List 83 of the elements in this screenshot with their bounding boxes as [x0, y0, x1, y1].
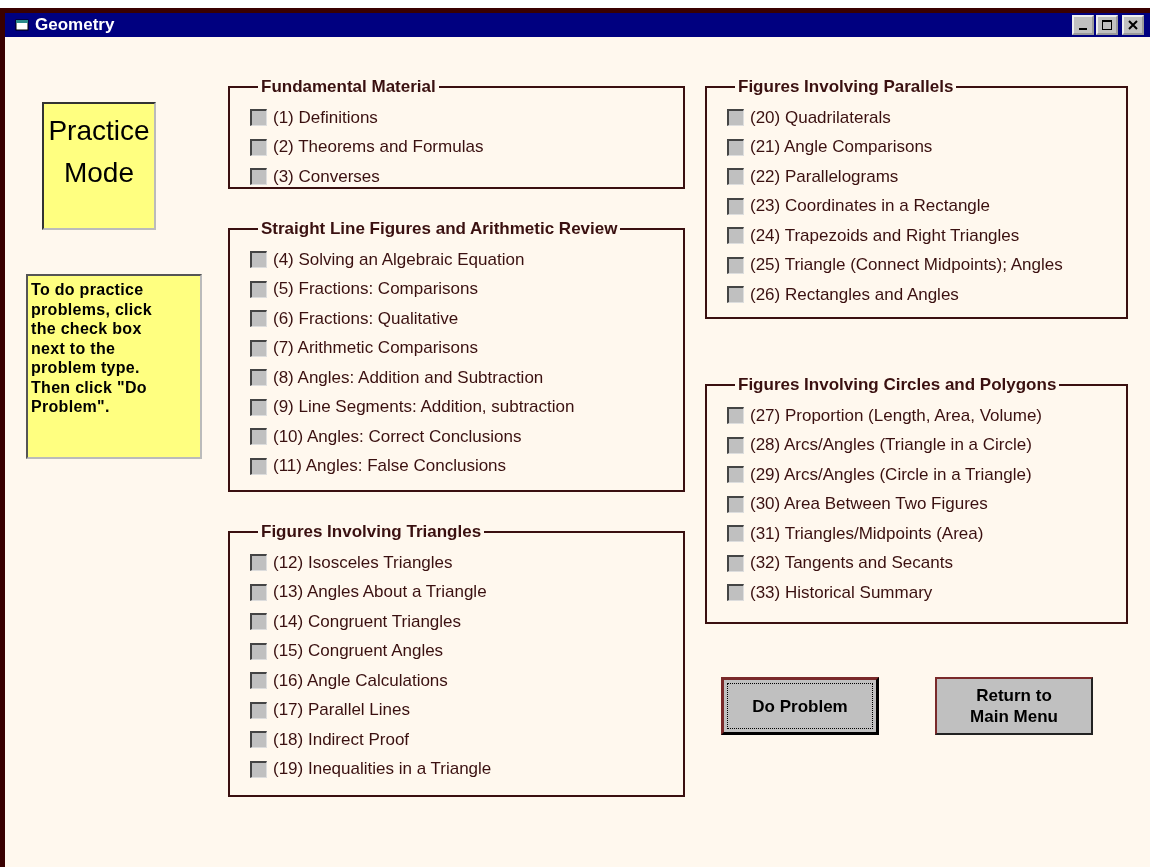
- checkbox[interactable]: [250, 583, 267, 601]
- checkbox[interactable]: [250, 109, 267, 127]
- checkbox-label[interactable]: (3) Converses: [273, 166, 380, 187]
- group-title: Straight Line Figures and Arithmetic Review: [260, 219, 619, 239]
- checkbox[interactable]: [727, 495, 744, 513]
- checkbox-label[interactable]: (15) Congruent Angles: [273, 641, 444, 662]
- checkbox[interactable]: [727, 525, 744, 543]
- group-title: Figures Involving Parallels: [737, 77, 955, 97]
- checkbox[interactable]: [250, 138, 267, 156]
- checkbox-label[interactable]: (9) Line Segments: Addition, subtraction: [273, 397, 575, 418]
- checkbox[interactable]: [250, 168, 267, 186]
- checkbox[interactable]: [250, 310, 267, 328]
- checkbox-label[interactable]: (29) Arcs/Angles (Circle in a Triangle): [750, 464, 1032, 485]
- checkbox-label[interactable]: (12) Isosceles Triangles: [273, 552, 453, 573]
- checkbox[interactable]: [250, 428, 267, 446]
- checkbox-label[interactable]: (16) Angle Calculations: [273, 670, 448, 691]
- checkbox-label[interactable]: (18) Indirect Proof: [273, 729, 410, 750]
- instructions-text: To do practice problems, click the check box next to the problem type. Then click "Do Problem".: [26, 274, 202, 459]
- checkbox-label[interactable]: (5) Fractions: Comparisons: [273, 279, 478, 300]
- checkbox[interactable]: [727, 197, 744, 215]
- checkbox-label[interactable]: (11) Angles: False Conclusions: [273, 456, 507, 477]
- checkbox-label[interactable]: (19) Inequalities in a Triangle: [273, 759, 492, 780]
- window-title: Geometry: [35, 15, 115, 35]
- checkbox-label[interactable]: (21) Angle Comparisons: [750, 137, 933, 158]
- checkbox[interactable]: [250, 280, 267, 298]
- checkbox[interactable]: [250, 672, 267, 690]
- group-title: Figures Involving Triangles: [260, 522, 483, 542]
- action-button[interactable]: Return to Main Menu: [935, 677, 1093, 735]
- maximize-button[interactable]: [1096, 15, 1118, 35]
- checkbox[interactable]: [727, 436, 744, 454]
- close-icon: [1128, 20, 1138, 30]
- checkbox[interactable]: [727, 407, 744, 425]
- action-button[interactable]: Do Problem: [721, 677, 879, 735]
- checkbox[interactable]: [727, 138, 744, 156]
- minimize-icon: [1079, 28, 1087, 30]
- checkbox[interactable]: [727, 168, 744, 186]
- group-title: Figures Involving Circles and Polygons: [737, 375, 1058, 395]
- checkbox-label[interactable]: (7) Arithmetic Comparisons: [273, 338, 478, 359]
- checkbox-label[interactable]: (10) Angles: Correct Conclusions: [273, 426, 522, 447]
- checkbox[interactable]: [727, 554, 744, 572]
- checkbox-label[interactable]: (28) Arcs/Angles (Triangle in a Circle): [750, 435, 1032, 456]
- checkbox-label[interactable]: (23) Coordinates in a Rectangle: [750, 196, 991, 217]
- checkbox[interactable]: [727, 256, 744, 274]
- maximize-icon: [1102, 20, 1112, 30]
- checkbox[interactable]: [250, 701, 267, 719]
- checkbox-label[interactable]: (22) Parallelograms: [750, 166, 899, 187]
- checkbox-label[interactable]: (17) Parallel Lines: [273, 700, 410, 721]
- checkbox-label[interactable]: (1) Definitions: [273, 107, 378, 128]
- minimize-button[interactable]: [1072, 15, 1094, 35]
- checkbox-label[interactable]: (24) Trapezoids and Right Triangles: [750, 225, 1020, 246]
- checkbox-label[interactable]: (20) Quadrilaterals: [750, 107, 891, 128]
- checkbox-label[interactable]: (31) Triangles/Midpoints (Area): [750, 523, 984, 544]
- checkbox[interactable]: [250, 613, 267, 631]
- mode-label: Practice Mode: [42, 102, 156, 230]
- checkbox-label[interactable]: (8) Angles: Addition and Subtraction: [273, 367, 544, 388]
- group-title: Fundamental Material: [260, 77, 437, 97]
- checkbox[interactable]: [250, 398, 267, 416]
- checkbox-label[interactable]: (14) Congruent Triangles: [273, 611, 462, 632]
- checkbox[interactable]: [250, 457, 267, 475]
- checkbox-label[interactable]: (33) Historical Summary: [750, 582, 933, 603]
- close-button[interactable]: [1122, 15, 1144, 35]
- checkbox-label[interactable]: (6) Fractions: Qualitative: [273, 308, 459, 329]
- checkbox-label[interactable]: (27) Proportion (Length, Area, Volume): [750, 405, 1042, 426]
- checkbox[interactable]: [727, 286, 744, 304]
- checkbox-label[interactable]: (4) Solving an Algebraic Equation: [273, 249, 525, 270]
- checkbox-label[interactable]: (25) Triangle (Connect Midpoints); Angles: [750, 255, 1063, 276]
- checkbox[interactable]: [727, 584, 744, 602]
- checkbox[interactable]: [250, 339, 267, 357]
- app-icon: [15, 18, 29, 32]
- checkbox[interactable]: [250, 760, 267, 778]
- checkbox[interactable]: [250, 369, 267, 387]
- checkbox-label[interactable]: (26) Rectangles and Angles: [750, 284, 959, 305]
- checkbox[interactable]: [250, 251, 267, 269]
- checkbox[interactable]: [250, 731, 267, 749]
- checkbox[interactable]: [727, 109, 744, 127]
- checkbox[interactable]: [727, 466, 744, 484]
- checkbox[interactable]: [727, 227, 744, 245]
- checkbox-label[interactable]: (13) Angles About a Triangle: [273, 582, 487, 603]
- checkbox[interactable]: [250, 642, 267, 660]
- checkbox[interactable]: [250, 554, 267, 572]
- checkbox-label[interactable]: (32) Tangents and Secants: [750, 553, 953, 574]
- checkbox-label[interactable]: (30) Area Between Two Figures: [750, 494, 988, 515]
- checkbox-label[interactable]: (2) Theorems and Formulas: [273, 137, 484, 158]
